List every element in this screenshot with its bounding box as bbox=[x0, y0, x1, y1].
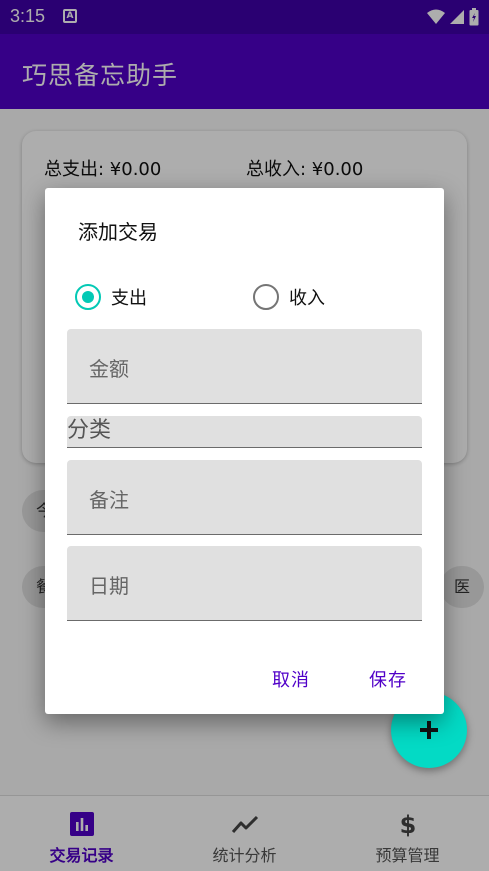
radio-label: 支出 bbox=[111, 288, 147, 309]
radio-unchecked-icon bbox=[253, 284, 279, 310]
note-field[interactable]: 备注 bbox=[67, 460, 422, 535]
date-field[interactable]: 日期 bbox=[67, 546, 422, 621]
radio-income[interactable]: 收入 bbox=[253, 284, 325, 310]
save-button[interactable]: 保存 bbox=[369, 666, 407, 692]
category-label: 分类 bbox=[67, 418, 112, 443]
date-placeholder: 日期 bbox=[89, 574, 129, 598]
radio-expense[interactable]: 支出 bbox=[75, 284, 147, 310]
category-dropdown[interactable]: 分类 bbox=[67, 416, 422, 448]
amount-field[interactable]: 金额 bbox=[67, 329, 422, 404]
radio-checked-icon bbox=[75, 284, 101, 310]
amount-placeholder: 金额 bbox=[89, 357, 129, 381]
radio-label: 收入 bbox=[289, 288, 325, 309]
cancel-button[interactable]: 取消 bbox=[272, 666, 310, 692]
add-transaction-dialog: 添加交易 支出 收入 金额 分类 备注 日期 取消 保存 bbox=[45, 188, 444, 714]
note-placeholder: 备注 bbox=[89, 488, 129, 512]
dialog-title: 添加交易 bbox=[78, 220, 158, 244]
